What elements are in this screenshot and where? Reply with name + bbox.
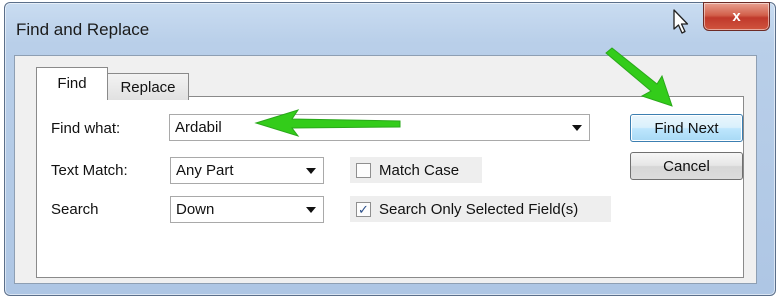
find-what-combo[interactable]: Ardabil — [169, 114, 590, 141]
text-match-select[interactable]: Any Part — [170, 157, 324, 184]
dropdown-arrow-icon — [572, 125, 582, 131]
checkmark-icon: ✓ — [356, 201, 371, 217]
dropdown-arrow-icon — [306, 207, 316, 213]
find-next-label: Find Next — [654, 119, 719, 137]
match-case-checkbox[interactable]: Match Case — [350, 157, 482, 183]
tab-replace[interactable]: Replace — [107, 73, 189, 100]
tab-find[interactable]: Find — [36, 67, 108, 98]
match-case-label: Match Case — [379, 161, 460, 179]
text-match-value: Any Part — [176, 162, 234, 179]
cancel-label: Cancel — [663, 157, 710, 175]
find-what-label: Find what: — [51, 120, 121, 137]
close-icon: x — [732, 8, 741, 25]
search-direction-value: Down — [176, 201, 215, 218]
find-what-value: Ardabil — [175, 119, 222, 136]
cancel-button[interactable]: Cancel — [630, 152, 743, 180]
match-case-box — [356, 162, 371, 178]
text-match-label: Text Match: — [51, 162, 128, 179]
tab-replace-label: Replace — [120, 78, 176, 96]
close-button[interactable]: x — [703, 2, 770, 31]
search-only-selected-label: Search Only Selected Field(s) — [379, 200, 579, 218]
tab-find-label: Find — [57, 74, 87, 92]
search-direction-select[interactable]: Down — [170, 196, 324, 223]
search-only-selected-checkbox[interactable]: ✓ Search Only Selected Field(s) — [350, 196, 611, 222]
dropdown-arrow-icon — [306, 168, 316, 174]
mouse-cursor-icon — [673, 9, 689, 34]
window-title: Find and Replace — [16, 20, 150, 39]
search-label: Search — [51, 201, 99, 218]
find-next-button[interactable]: Find Next — [630, 114, 743, 142]
